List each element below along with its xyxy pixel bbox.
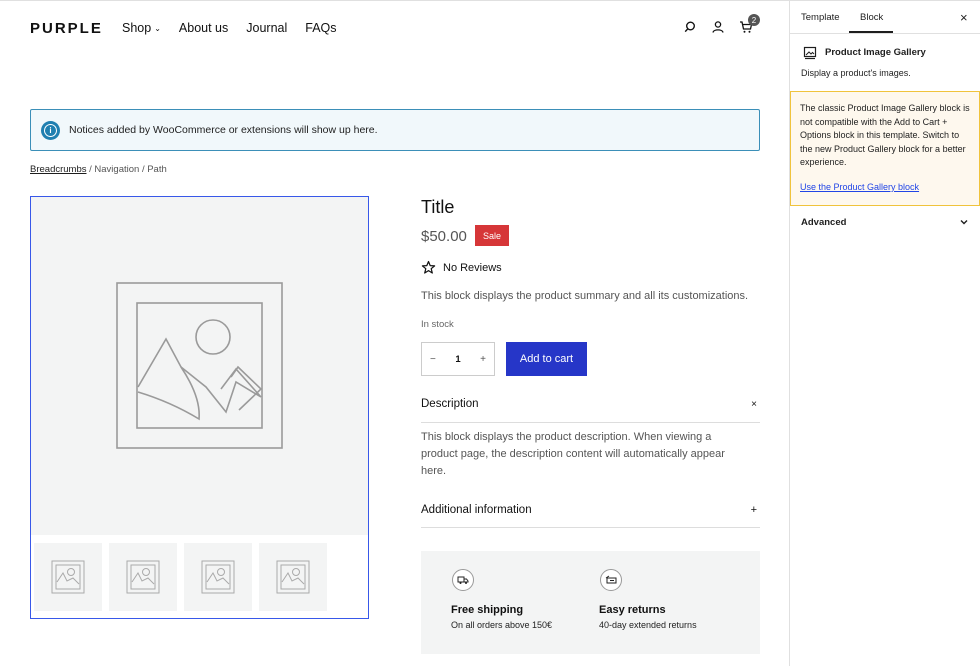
star-icon: [421, 260, 436, 274]
feature-title: Free shipping: [451, 604, 524, 616]
breadcrumb-link[interactable]: Breadcrumbs: [30, 164, 87, 175]
thumbnail-strip: [34, 543, 327, 611]
close-icon[interactable]: ×: [751, 399, 757, 410]
block-description: Display a product's images.: [801, 68, 911, 78]
active-tab-indicator: [849, 31, 893, 33]
breadcrumb: Breadcrumbs / Navigation / Path: [30, 164, 167, 175]
tab-block[interactable]: Block: [860, 12, 883, 23]
tab-template[interactable]: Template: [801, 12, 840, 23]
accordion-title: Description: [421, 398, 479, 410]
quantity-input[interactable]: 1: [455, 354, 460, 365]
feature-title: Easy returns: [599, 604, 666, 616]
thumbnail-image[interactable]: [184, 543, 252, 611]
compatibility-warning: The classic Product Image Gallery block …: [790, 91, 980, 206]
header-icons: 2: [683, 14, 760, 34]
product-title: Title: [421, 197, 455, 217]
use-product-gallery-link[interactable]: Use the Product Gallery block: [800, 181, 971, 195]
account-icon[interactable]: [711, 20, 725, 34]
return-box-icon: [600, 569, 622, 591]
breadcrumb-path: / Navigation / Path: [86, 164, 167, 175]
stock-status: In stock: [421, 319, 454, 330]
nav-item-about[interactable]: About us: [179, 21, 228, 35]
thumbnail-image[interactable]: [34, 543, 102, 611]
add-to-cart-button[interactable]: Add to cart: [506, 342, 587, 376]
reviews-text[interactable]: No Reviews: [443, 262, 502, 274]
nav-item-faqs[interactable]: FAQs: [305, 21, 336, 35]
feature-easy-returns: Easy returns 40-day extended returns: [599, 569, 697, 630]
main-navigation: Shop ⌄ About us Journal FAQs: [122, 21, 337, 35]
block-title: Product Image Gallery: [825, 47, 926, 58]
gallery-block-icon: [803, 46, 817, 60]
accordion-title: Additional information: [421, 504, 532, 516]
nav-item-journal[interactable]: Journal: [246, 21, 287, 35]
truck-icon: [452, 569, 474, 591]
plus-icon[interactable]: +: [751, 504, 757, 516]
advanced-panel-toggle[interactable]: Advanced: [801, 217, 969, 228]
decrease-quantity-button[interactable]: −: [430, 354, 436, 365]
feature-free-shipping: Free shipping On all orders above 150€: [451, 569, 552, 630]
divider: [421, 422, 760, 423]
cart-count-badge: 2: [748, 14, 760, 26]
image-placeholder-icon: [116, 282, 283, 449]
site-logo[interactable]: PURPLE: [30, 20, 103, 37]
chevron-down-icon: ⌄: [154, 23, 161, 33]
product-image-gallery[interactable]: [30, 196, 369, 619]
description-content: This block displays the product descript…: [421, 431, 725, 477]
product-price: $50.00: [421, 228, 467, 245]
nav-item-shop[interactable]: Shop ⌄: [122, 21, 161, 35]
nav-item-label: Shop: [122, 21, 152, 35]
product-features: Free shipping On all orders above 150€ E…: [421, 551, 760, 654]
main-product-image[interactable]: [31, 197, 368, 535]
block-settings-sidebar: Template Block × Product Image Gallery D…: [789, 0, 980, 666]
increase-quantity-button[interactable]: +: [480, 354, 486, 365]
store-notice: i Notices added by WooCommerce or extens…: [30, 109, 760, 151]
quantity-stepper[interactable]: − 1 +: [421, 342, 495, 376]
product-summary: This block displays the product summary …: [421, 290, 749, 302]
close-icon[interactable]: ×: [960, 10, 968, 25]
editor-canvas: PURPLE Shop ⌄ About us Journal FAQs 2 i N…: [0, 0, 789, 666]
divider: [421, 527, 760, 528]
thumbnail-image[interactable]: [259, 543, 327, 611]
product-rating: No Reviews: [421, 260, 502, 275]
search-icon[interactable]: [683, 20, 697, 34]
info-icon: i: [41, 120, 60, 140]
feature-subtitle: 40-day extended returns: [599, 620, 697, 630]
cart-icon[interactable]: 2: [739, 14, 760, 34]
advanced-label: Advanced: [801, 217, 847, 228]
warning-text: The classic Product Image Gallery block …: [800, 103, 970, 168]
sidebar-tabs: Template Block ×: [790, 1, 980, 34]
chevron-down-icon: [960, 220, 968, 225]
notice-text: Notices added by WooCommerce or extensio…: [69, 124, 378, 136]
accordion-additional-info-header[interactable]: Additional information +: [421, 504, 760, 516]
feature-subtitle: On all orders above 150€: [451, 620, 553, 630]
thumbnail-image[interactable]: [109, 543, 177, 611]
accordion-description-header[interactable]: Description ×: [421, 398, 760, 410]
sale-badge: Sale: [475, 225, 509, 246]
